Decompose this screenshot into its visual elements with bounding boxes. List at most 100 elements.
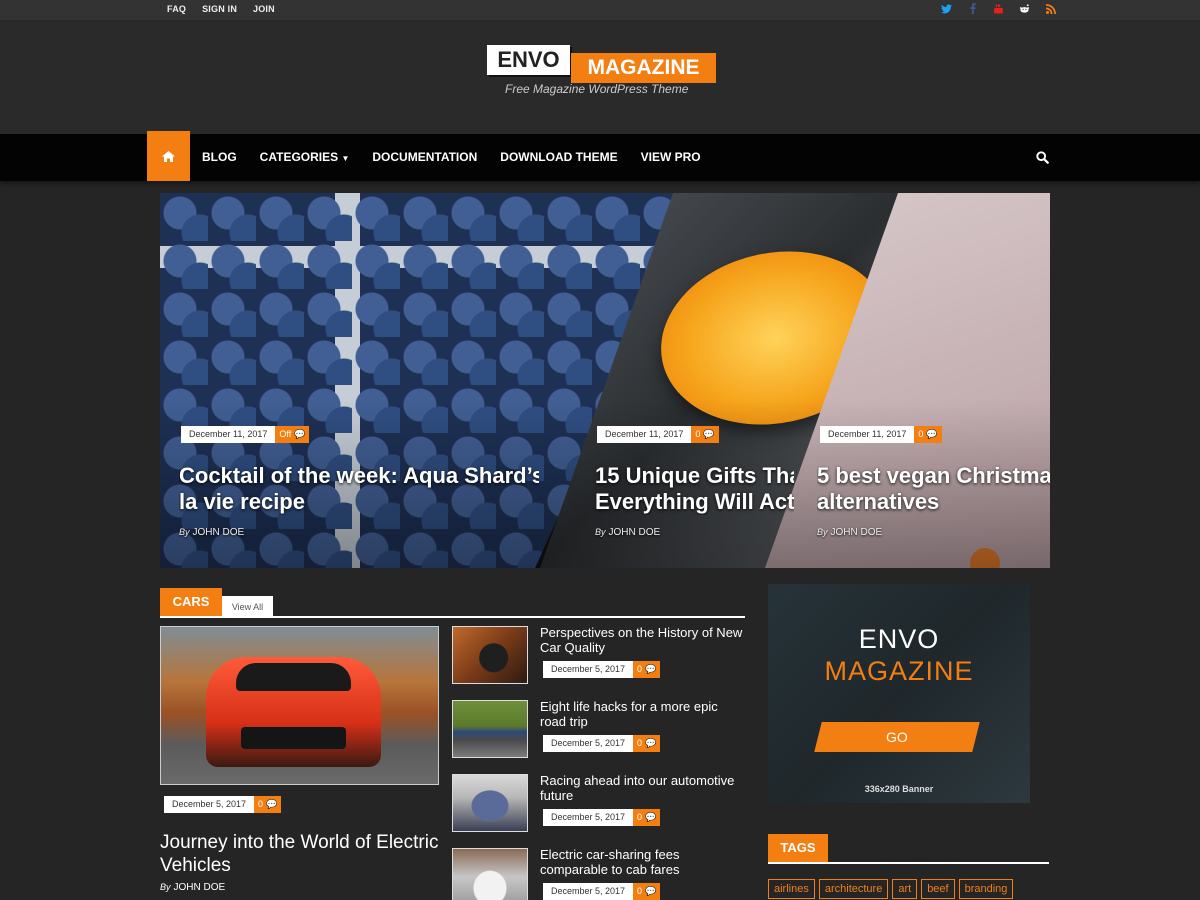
- post-date: December 5, 2017: [543, 883, 634, 900]
- comment-icon: 💬: [703, 429, 715, 439]
- post-title[interactable]: Perspectives on the History of New Car Q…: [540, 625, 745, 655]
- view-all-button[interactable]: View All: [222, 596, 273, 616]
- cars-section-header: CARS View All: [160, 588, 745, 618]
- comment-count[interactable]: 0 💬: [633, 883, 661, 900]
- tag-link[interactable]: beef: [921, 879, 955, 899]
- nav-item-documentation[interactable]: DOCUMENTATION: [372, 150, 477, 164]
- comment-count-value: 0: [918, 429, 924, 439]
- post-title[interactable]: Electric car-sharing fees comparable to …: [540, 847, 745, 877]
- banner-magazine-text: MAGAZINE: [824, 656, 974, 686]
- orange-fruit-image: [970, 548, 1000, 568]
- site-tagline: Free Magazine WordPress Theme: [505, 82, 689, 96]
- faq-link[interactable]: FAQ: [167, 4, 186, 14]
- slide-title[interactable]: Cocktail of the week: Aqua Shard’s C’est…: [179, 463, 539, 515]
- post-date: December 11, 2017: [181, 426, 276, 443]
- comment-count-value: 0: [637, 886, 643, 896]
- slide-author[interactable]: By JOHN DOE: [595, 527, 660, 538]
- comment-count[interactable]: 0 💬: [633, 809, 661, 826]
- featured-post-title[interactable]: Journey into the World of Electric Vehic…: [160, 831, 440, 877]
- slide-title[interactable]: 5 best vegan Christmas di alternatives: [817, 463, 1050, 515]
- comment-count[interactable]: 0 💬: [691, 426, 719, 443]
- tag-link[interactable]: art: [892, 879, 918, 899]
- join-link[interactable]: JOIN: [253, 4, 275, 14]
- slide-author[interactable]: By JOHN DOE: [179, 527, 244, 538]
- author-name: JOHN DOE: [830, 527, 883, 538]
- featured-post-meta: December 5, 2017 0 💬: [164, 796, 282, 813]
- author-name: JOHN DOE: [192, 527, 245, 538]
- slide-author[interactable]: By JOHN DOE: [817, 527, 882, 538]
- post-meta: December 5, 2017 0 💬: [543, 883, 661, 900]
- reddit-icon[interactable]: [1019, 3, 1030, 14]
- by-label: By: [595, 527, 606, 537]
- slide-title-line: Everything Will Actua: [595, 489, 794, 514]
- post-date: December 11, 2017: [597, 426, 692, 443]
- comment-icon: 💬: [266, 799, 278, 809]
- slide-title-line: 15 Unique Gifts That F: [595, 463, 794, 488]
- logo-magazine: MAGAZINE: [571, 53, 716, 83]
- sign-in-link[interactable]: SIGN IN: [202, 4, 237, 14]
- comment-count[interactable]: 0 💬: [914, 426, 942, 443]
- nav-item-blog[interactable]: BLOG: [202, 150, 237, 164]
- main-nav: BLOG CATEGORIES ▼ DOCUMENTATION DOWNLOAD…: [0, 131, 1200, 181]
- comment-count-value: 0: [258, 799, 264, 809]
- by-label: By: [817, 527, 828, 537]
- author-name: JOHN DOE: [608, 527, 661, 538]
- slide-title-line: Cocktail of the week: Aqua Shard’s C’est: [179, 463, 539, 488]
- section-title-cars[interactable]: CARS: [160, 588, 222, 616]
- post-thumbnail[interactable]: [452, 848, 528, 900]
- twitter-icon[interactable]: [941, 3, 952, 14]
- post-date: December 5, 2017: [543, 735, 634, 752]
- comment-icon: 💬: [645, 812, 657, 822]
- slide-meta: December 11, 2017 Off 💬: [181, 426, 310, 443]
- comment-icon: 💬: [645, 886, 657, 896]
- comment-icon: 💬: [645, 664, 657, 674]
- tag-link[interactable]: architecture: [818, 879, 889, 899]
- post-thumbnail[interactable]: [452, 626, 528, 684]
- featured-post-author[interactable]: By JOHN DOE: [160, 882, 225, 893]
- post-date: December 5, 2017: [543, 661, 634, 678]
- comment-count[interactable]: 0 💬: [633, 735, 661, 752]
- comment-count[interactable]: Off 💬: [275, 426, 310, 443]
- banner-go-button[interactable]: GO: [814, 722, 980, 752]
- nav-item-categories[interactable]: CATEGORIES ▼: [260, 150, 350, 164]
- tag-link[interactable]: airlines: [768, 879, 815, 899]
- comment-count-value: 0: [637, 812, 643, 822]
- slide-meta: December 11, 2017 0 💬: [820, 426, 942, 443]
- red-car-image: [206, 657, 381, 767]
- ad-banner[interactable]: ENVO MAGAZINE GO 336x280 Banner: [768, 584, 1030, 803]
- banner-go-label: GO: [886, 729, 908, 745]
- post-date: December 11, 2017: [820, 426, 915, 443]
- tags-section-header: TAGS: [768, 834, 1049, 864]
- nav-item-view-pro[interactable]: VIEW PRO: [641, 150, 701, 164]
- by-label: By: [179, 527, 190, 537]
- post-title[interactable]: Racing ahead into our automotive future: [540, 773, 745, 803]
- facebook-icon[interactable]: [967, 3, 978, 14]
- nav-item-categories-label: CATEGORIES: [259, 150, 339, 164]
- comment-count-value: Off: [279, 429, 292, 439]
- comment-count[interactable]: 0 💬: [254, 796, 282, 813]
- comment-icon: 💬: [645, 738, 657, 748]
- search-icon[interactable]: [1036, 151, 1050, 165]
- site-header: ENVO MAGAZINE Free Magazine WordPress Th…: [0, 20, 1200, 134]
- post-date: December 5, 2017: [164, 796, 255, 813]
- top-links: FAQ SIGN IN JOIN: [167, 4, 275, 14]
- caret-down-icon: ▼: [341, 154, 350, 163]
- comment-count[interactable]: 0 💬: [633, 661, 661, 678]
- rss-icon[interactable]: [1045, 3, 1056, 14]
- nav-item-download-theme[interactable]: DOWNLOAD THEME: [500, 150, 617, 164]
- home-button[interactable]: [147, 131, 190, 181]
- youtube-icon[interactable]: [993, 3, 1004, 14]
- comment-count-value: 0: [637, 738, 643, 748]
- featured-car-image[interactable]: [160, 626, 439, 785]
- post-date: December 5, 2017: [543, 809, 634, 826]
- comment-count-value: 0: [695, 429, 701, 439]
- banner-size-label: 336x280 Banner: [864, 784, 934, 794]
- slide-title-line: alternatives: [817, 489, 940, 514]
- post-thumbnail[interactable]: [452, 700, 528, 758]
- tag-link[interactable]: branding: [958, 879, 1014, 899]
- site-logo[interactable]: ENVO MAGAZINE Free Magazine WordPress Th…: [487, 45, 717, 105]
- post-title[interactable]: Eight life hacks for a more epic road tr…: [540, 699, 745, 729]
- nav-items: BLOG CATEGORIES ▼ DOCUMENTATION DOWNLOAD…: [202, 150, 701, 164]
- post-thumbnail[interactable]: [452, 774, 528, 832]
- slide-title[interactable]: 15 Unique Gifts That F Everything Will A…: [595, 463, 794, 515]
